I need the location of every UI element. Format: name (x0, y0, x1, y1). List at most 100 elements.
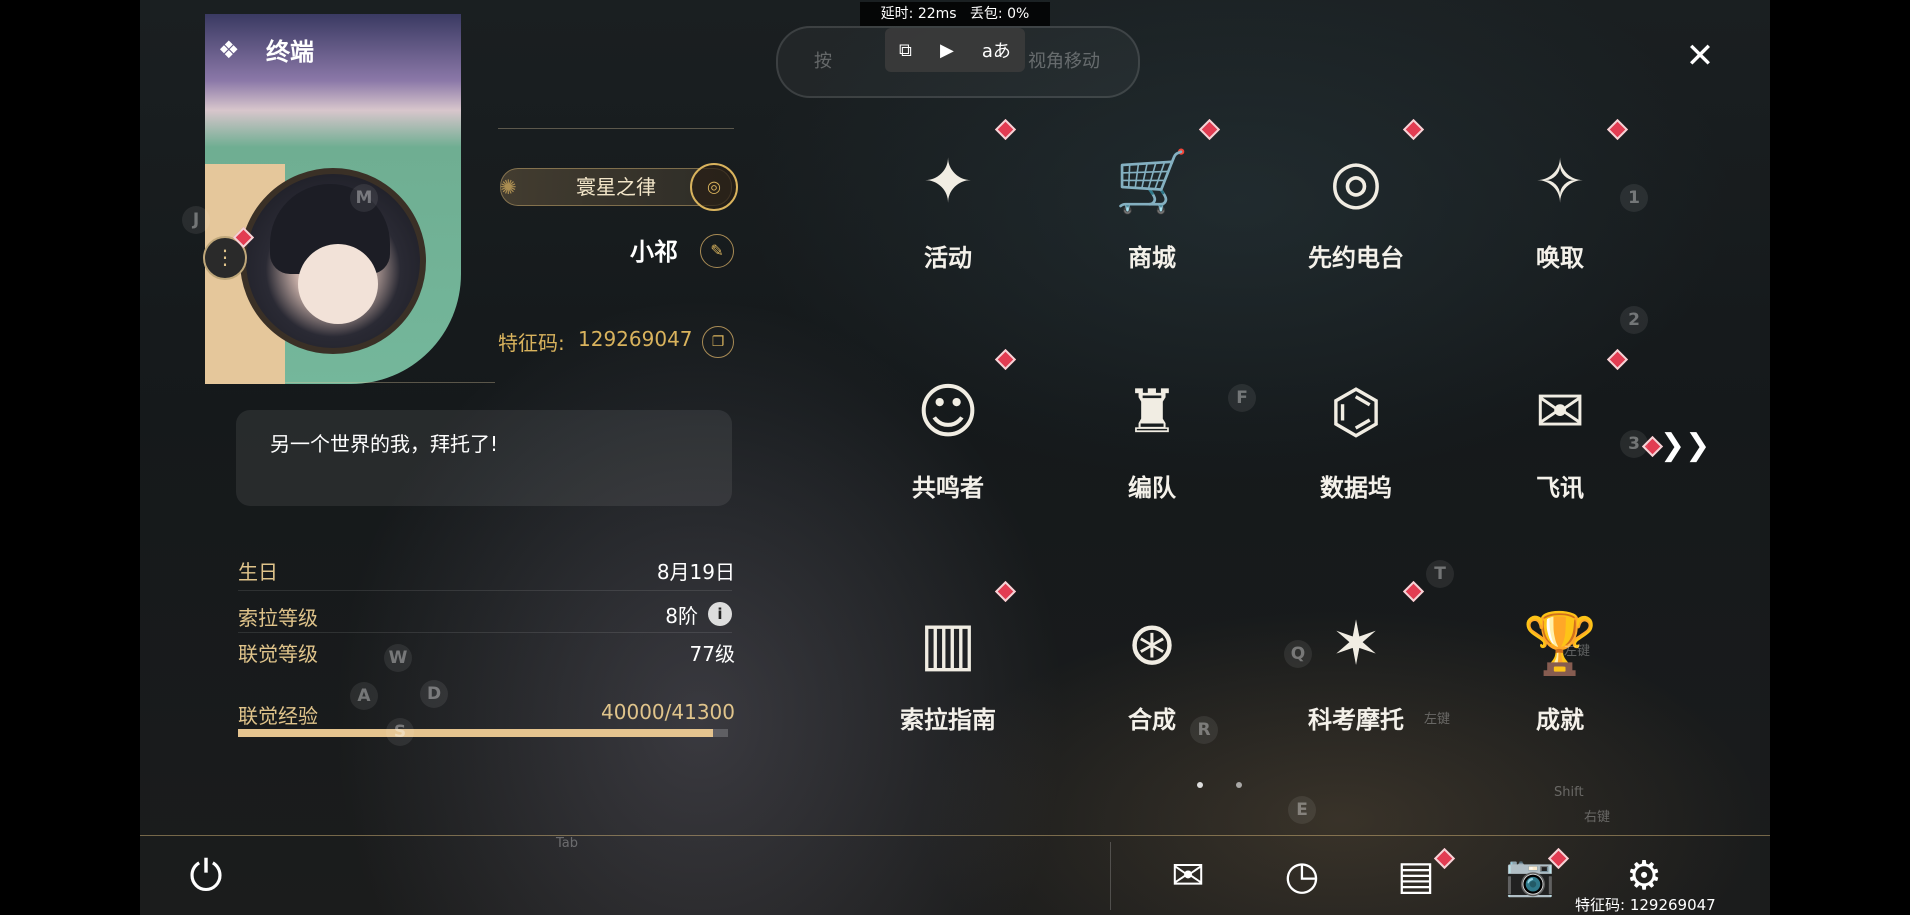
menu-item-convene[interactable]: ✧ 唤取 (1490, 118, 1630, 298)
stream-toolbar: ⧉ ▶ aあ (885, 28, 1025, 72)
menu-item-label: 数据坞 (1320, 474, 1392, 502)
menu-item-label: 成就 (1536, 706, 1584, 734)
uid-value: 129269047 (578, 327, 693, 351)
key-hint: E (1288, 796, 1316, 824)
menu-item-shop[interactable]: 🛒 商城 (1082, 118, 1222, 298)
key-hint-text: Shift (1554, 785, 1584, 800)
sol-level-value: 8阶 (665, 604, 698, 628)
key-hint: A (350, 682, 378, 710)
menu-item-activity[interactable]: ✦ 活动 (878, 118, 1018, 298)
edit-name-button[interactable]: ✎ (700, 234, 734, 268)
key-hint: R (1190, 716, 1218, 744)
terminal-icon: ❖ (218, 36, 240, 64)
screen-toggle-icon[interactable]: ⧉ (899, 40, 912, 61)
menu-item-label: 唤取 (1536, 244, 1584, 272)
key-hint: F (1228, 384, 1256, 412)
notification-badge (994, 580, 1017, 603)
divider (498, 128, 734, 129)
key-hint: S (386, 718, 414, 746)
notification-badge (994, 118, 1017, 141)
packet-loss-text: 丢包: 0% (969, 6, 1030, 22)
activity-icon: ✦ (922, 147, 974, 217)
birthday-value: 8月19日 (656, 560, 735, 584)
menu-item-team[interactable]: ♜ 编队 (1082, 348, 1222, 528)
motorbike-icon: ✶ (1330, 609, 1382, 679)
page-indicator-dot[interactable] (1197, 782, 1203, 788)
notification-badge (1402, 118, 1425, 141)
copy-uid-button[interactable]: ❐ (702, 326, 734, 358)
resonator-icon: ☺ (916, 377, 980, 447)
union-level-label: 联觉等级 (238, 642, 318, 666)
menu-item-label: 商城 (1128, 244, 1176, 272)
union-exp-value: 40000/41300 (601, 700, 735, 724)
shop-icon: 🛒 (1114, 147, 1190, 217)
menu-item-message[interactable]: ✉ 飞讯 (1490, 348, 1630, 528)
exp-progress-fill (238, 729, 713, 737)
notification-badge (1198, 118, 1221, 141)
divider (238, 590, 732, 591)
record-icon[interactable]: ▶ (940, 40, 954, 61)
radio-icon: ◎ (1329, 147, 1383, 217)
key-hint: J (182, 206, 210, 234)
bottom-divider-line (140, 835, 1770, 836)
network-status: 延时: 22ms 丢包: 0% (860, 2, 1050, 26)
message-icon: ✉ (1534, 377, 1586, 447)
avatar-face (298, 244, 378, 324)
menu-item-label: 索拉指南 (900, 706, 996, 734)
menu-item-label: 共鸣者 (912, 474, 984, 502)
divider (240, 382, 495, 383)
menu-item-achievement[interactable]: 🏆 成就 (1490, 580, 1630, 760)
key-hint: D (420, 680, 448, 708)
menu-item-motorbike[interactable]: ✶ 科考摩托 (1286, 580, 1426, 760)
synthesis-icon: ⊛ (1126, 609, 1178, 679)
convene-icon: ✧ (1534, 147, 1586, 217)
next-page-icon[interactable]: ❯❯ (1660, 428, 1710, 463)
notification-badge (1606, 348, 1629, 371)
menu-item-databank[interactable]: ⌬ 数据坞 (1286, 348, 1426, 528)
key-hint: W (384, 644, 412, 672)
menu-item-guide[interactable]: ▥ 索拉指南 (878, 580, 1018, 760)
key-hint-text: 左键 (1564, 644, 1591, 659)
key-hint: M (350, 184, 378, 212)
menu-item-radio[interactable]: ◎ 先约电台 (1286, 118, 1426, 298)
uid-label: 特征码: (498, 331, 565, 355)
notification-badge (994, 348, 1017, 371)
signature-box[interactable] (236, 410, 732, 506)
menu-item-label: 飞讯 (1536, 474, 1584, 502)
menu-item-label: 编队 (1128, 474, 1176, 502)
avatar[interactable] (240, 168, 426, 354)
latency-text: 延时: 22ms (880, 6, 957, 22)
camera-hint-suffix: 视角移动 (1028, 51, 1100, 72)
databank-icon: ⌬ (1329, 377, 1383, 447)
page-indicator-dot[interactable] (1236, 782, 1242, 788)
translate-icon[interactable]: aあ (982, 37, 1011, 63)
key-hint: Q (1284, 640, 1312, 668)
info-icon[interactable]: i (708, 602, 732, 626)
divider (238, 632, 732, 633)
birthday-label: 生日 (238, 560, 278, 584)
camera-hint-prefix: 按 (814, 51, 832, 72)
exp-progress-bar (238, 729, 728, 737)
menu-item-resonator[interactable]: ☺ 共鸣者 (878, 348, 1018, 528)
title-emblem-icon[interactable]: ◎ (690, 163, 738, 211)
power-icon[interactable]: ⏻ (180, 850, 232, 902)
union-exp-label: 联觉经验 (238, 704, 318, 728)
notification-badge (1402, 580, 1425, 603)
key-hint-text: Tab (556, 836, 579, 851)
sol-level-label: 索拉等级 (238, 606, 318, 630)
signature-text: 另一个世界的我，拜托了! (270, 432, 499, 456)
mail-icon[interactable]: ✉ (1160, 848, 1216, 904)
key-hint: 1 (1620, 184, 1648, 212)
notification-badge (1606, 118, 1629, 141)
title-badge-text: 寰星之律 (576, 175, 656, 199)
clock-icon[interactable]: ◷ (1274, 848, 1330, 904)
menu-item-label: 活动 (924, 244, 972, 272)
terminal-title: 终端 (266, 38, 314, 66)
union-level-value: 77级 (689, 642, 735, 666)
menu-item-label: 科考摩托 (1308, 706, 1404, 734)
username: 小祁 (630, 238, 678, 266)
team-icon: ♜ (1125, 377, 1179, 447)
close-button[interactable]: ✕ (1680, 36, 1720, 76)
key-hint: 3 (1620, 430, 1648, 458)
menu-item-label: 先约电台 (1308, 244, 1404, 272)
